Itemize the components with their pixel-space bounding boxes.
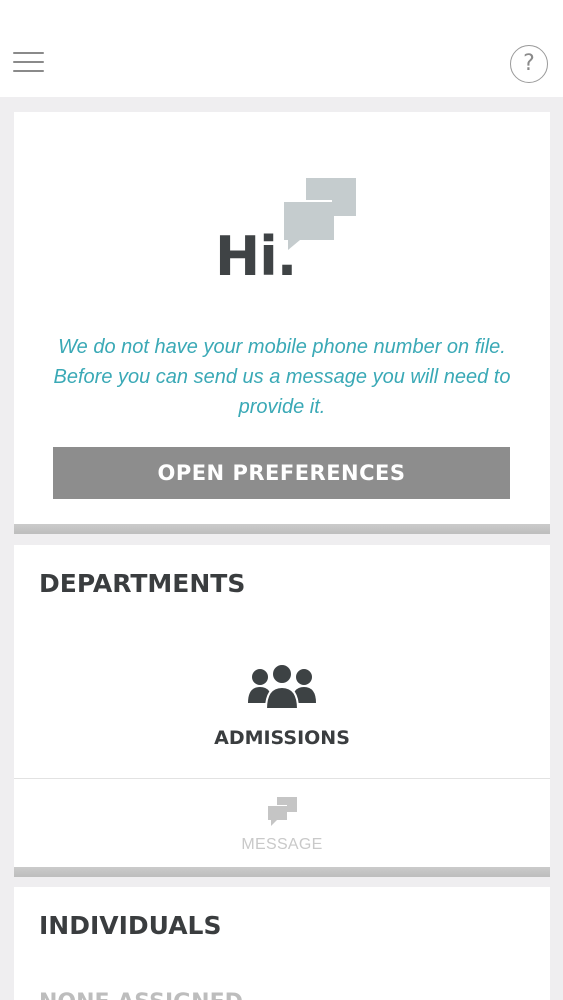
chat-bubbles-icon (267, 797, 297, 826)
departments-card: DEPARTMENTS ADMISSIONS MESSAGE (14, 545, 550, 877)
phone-missing-notice: We do not have your mobile phone number … (14, 332, 550, 422)
notice-line-2: Before you can send us a message you wil… (53, 366, 511, 388)
greeting-title: Hi. (215, 225, 297, 288)
department-item-admissions[interactable]: ADMISSIONS (14, 655, 550, 777)
hamburger-menu-icon[interactable] (13, 52, 45, 76)
message-button[interactable]: MESSAGE (14, 779, 550, 867)
department-name: ADMISSIONS (214, 727, 350, 749)
individuals-title: INDIVIDUALS (39, 911, 222, 940)
notice-line-3: provide it. (238, 396, 326, 418)
group-people-icon (248, 663, 316, 710)
departments-title: DEPARTMENTS (39, 569, 246, 598)
card-shadow (14, 524, 550, 534)
message-label: MESSAGE (241, 836, 323, 853)
individuals-card: INDIVIDUALS NONE ASSIGNED (14, 887, 550, 1000)
notice-line-1: We do not have your mobile phone number … (58, 336, 506, 358)
open-preferences-button[interactable]: OPEN PREFERENCES (53, 447, 510, 499)
question-mark-icon[interactable]: ? (510, 45, 548, 83)
card-shadow (14, 867, 550, 877)
greeting-card: Hi. We do not have your mobile phone num… (14, 112, 550, 534)
top-app-bar: ? (0, 0, 563, 97)
none-assigned-text: NONE ASSIGNED (39, 990, 243, 1000)
